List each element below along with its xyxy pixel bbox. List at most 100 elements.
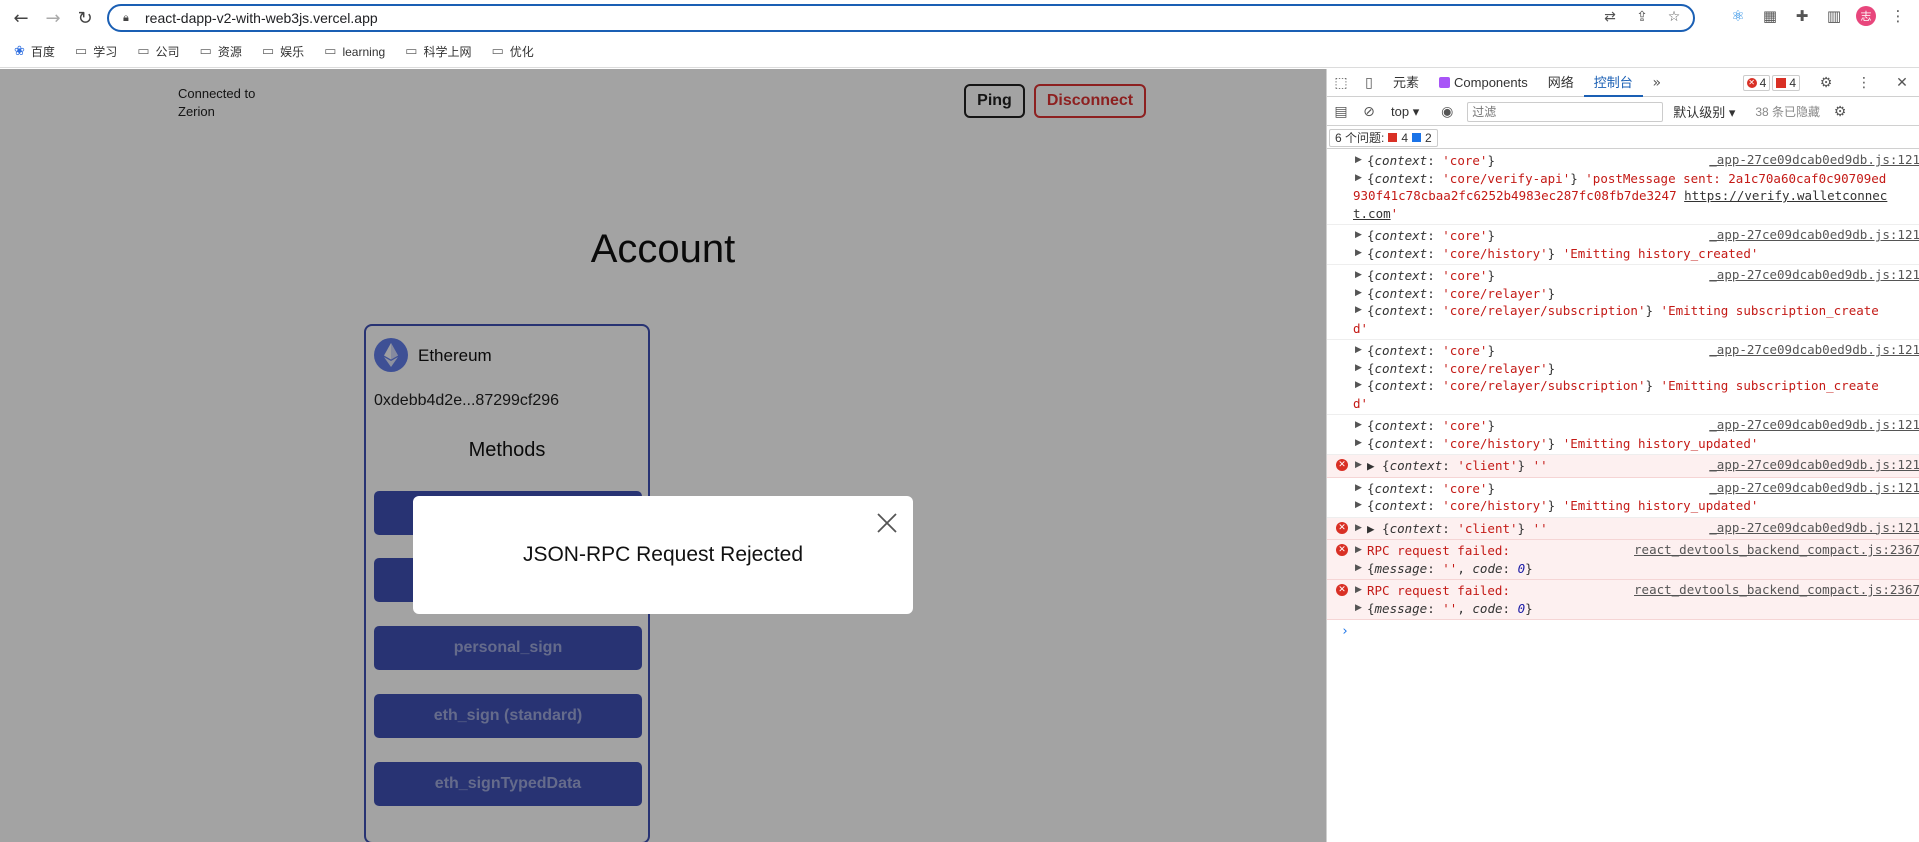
source-link[interactable]: _app-27ce09dcab0ed9db.js:121: [1709, 417, 1919, 432]
expand-triangle-icon: ▶: [1355, 437, 1362, 448]
source-link[interactable]: _app-27ce09dcab0ed9db.js:121: [1709, 342, 1919, 357]
expand-triangle-icon: ▶: [1355, 545, 1362, 555]
expand-triangle-icon: ▶: [1355, 305, 1362, 315]
log-entry-error: ✕ ▶ ▶ {context: 'client'} '' _app-27ce09d…: [1327, 517, 1919, 540]
avatar[interactable]: 志: [1856, 6, 1876, 26]
expand-triangle-icon: ▶: [1355, 482, 1362, 493]
console-filter-input[interactable]: [1467, 101, 1664, 122]
address-bar[interactable]: 🔒︎ react-dapp-v2-with-web3js.vercel.app …: [107, 4, 1695, 32]
source-link[interactable]: react_devtools_backend_compact.js:2367: [1634, 542, 1919, 557]
browser-toolbar: ← → ↻ 🔒︎ react-dapp-v2-with-web3js.verce…: [0, 0, 1919, 36]
bookmarks-bar: ❀ 百度 ▭ 学习 ▭ 公司 ▭ 资源 ▭ 娱乐 ▭ learning ▭ 科学上网 ▭ 优化: [0, 36, 1919, 68]
source-link[interactable]: _app-27ce09dcab0ed9db.js:121: [1709, 480, 1919, 495]
tab-console[interactable]: 控制台: [1583, 69, 1643, 97]
source-link[interactable]: _app-27ce09dcab0ed9db.js:121: [1709, 227, 1919, 242]
expand-triangle-icon: ▶: [1355, 345, 1362, 355]
error-icon: ✕: [1746, 78, 1757, 88]
react-devtools-icon[interactable]: ⚛: [1728, 7, 1748, 25]
source-link[interactable]: react_devtools_backend_compact.js:2367: [1634, 582, 1919, 597]
log-entry-error: ✕ ▶ ▶ {context: 'client'} '' _app-27ce09d…: [1327, 455, 1919, 478]
tab-network[interactable]: 网络: [1538, 69, 1584, 97]
modal-backdrop[interactable]: [0, 69, 1326, 842]
menu-icon[interactable]: ⋮: [1888, 7, 1908, 25]
bookmark-star-icon[interactable]: ☆: [1665, 9, 1683, 25]
sidebar-icon[interactable]: ▥: [1824, 7, 1844, 25]
bookmark-folder[interactable]: ▭ 公司: [137, 43, 179, 60]
source-link[interactable]: _app-27ce09dcab0ed9db.js:121: [1709, 519, 1919, 535]
log-levels-select[interactable]: 默认级别 ▾: [1673, 102, 1735, 121]
expand-triangle-icon: ▶: [1355, 287, 1362, 298]
modal: JSON-RPC Request Rejected: [413, 496, 913, 614]
folder-icon: ▭: [137, 44, 150, 59]
source-link[interactable]: _app-27ce09dcab0ed9db.js:121: [1709, 267, 1919, 282]
source-link[interactable]: _app-27ce09dcab0ed9db.js:121: [1709, 152, 1919, 167]
folder-icon: ▭: [491, 44, 504, 59]
reload-icon[interactable]: ↻: [70, 3, 100, 33]
info-icon: [1412, 133, 1422, 142]
device-toggle-icon[interactable]: ▯: [1355, 75, 1383, 91]
log-entry: ▶ {context: 'core'} _app-27ce09dcab0ed9db…: [1327, 225, 1919, 265]
tab-elements[interactable]: 元素: [1383, 69, 1429, 97]
context-select[interactable]: top ▾: [1391, 104, 1419, 120]
devtools-tabs: ⬚ ▯ 元素 Components 网络 控制台 » ✕ 4 4 ⚙ ⋮ ✕: [1327, 69, 1919, 97]
lock-icon: 🔒︎: [123, 11, 129, 24]
source-link[interactable]: _app-27ce09dcab0ed9db.js:121: [1709, 457, 1919, 472]
more-tabs-icon[interactable]: »: [1643, 75, 1671, 91]
log-entry: ▶ {context: 'core'} _app-27ce09dcab0ed9db…: [1327, 340, 1919, 415]
log-entry: ▶ {context: 'core'} _app-27ce09dcab0ed9db…: [1327, 265, 1919, 340]
translate-icon[interactable]: ⇄: [1601, 9, 1619, 25]
forward-icon[interactable]: →: [38, 3, 68, 33]
tab-components[interactable]: Components: [1429, 69, 1538, 97]
expand-triangle-icon: ▶: [1355, 460, 1362, 470]
expand-triangle-icon: ▶: [1355, 420, 1362, 430]
gear-icon[interactable]: ⚙: [1812, 75, 1840, 91]
log-entry: ▶ {context: 'core'} _app-27ce09dcab0ed9db…: [1327, 415, 1919, 455]
expand-triangle-icon: ▶: [1355, 362, 1362, 373]
expand-triangle-icon: ▶: [1355, 247, 1362, 258]
extension-icon[interactable]: ▦: [1760, 7, 1780, 25]
bookmark-folder[interactable]: ▭ 优化: [491, 43, 533, 60]
console-log: ▶ {context: 'core'} _app-27ce09dcab0ed9db…: [1327, 150, 1919, 639]
url-text: react-dapp-v2-with-web3js.vercel.app: [145, 10, 378, 26]
bookmark-baidu[interactable]: ❀ 百度: [14, 43, 55, 60]
folder-icon: ▭: [261, 44, 275, 59]
bookmark-folder[interactable]: ▭ 娱乐: [262, 43, 304, 60]
bookmark-folder[interactable]: ▭ learning: [324, 44, 385, 59]
bookmark-folder[interactable]: ▭ 科学上网: [405, 43, 471, 60]
expand-triangle-icon: ▶: [1355, 155, 1362, 165]
expand-triangle-icon: ▶: [1355, 562, 1362, 573]
issue-icon: [1388, 133, 1398, 142]
log-entry-error: ✕ ▶ RPC request failed: react_devtools_ba…: [1327, 580, 1919, 620]
hidden-count: 38 条已隐藏: [1755, 105, 1821, 119]
issues-button[interactable]: 6 个问题: 4 2: [1329, 128, 1438, 147]
folder-icon: ▭: [405, 44, 418, 59]
puzzle-icon[interactable]: ✚: [1792, 7, 1812, 25]
issues-bar: 6 个问题: 4 2: [1327, 127, 1919, 149]
folder-icon: ▭: [74, 44, 88, 59]
console-prompt[interactable]: ›: [1327, 620, 1919, 639]
expand-triangle-icon: ▶: [1355, 500, 1362, 510]
bookmark-folder[interactable]: ▭ 资源: [200, 43, 242, 60]
close-icon[interactable]: ✕: [1888, 75, 1916, 91]
back-icon[interactable]: ←: [6, 3, 36, 33]
sidebar-toggle-icon[interactable]: ▤: [1327, 104, 1355, 120]
console-settings-icon[interactable]: ⚙: [1826, 104, 1854, 120]
modal-message: JSON-RPC Request Rejected: [522, 543, 804, 566]
expand-triangle-icon: ▶: [1355, 172, 1362, 183]
bookmark-folder[interactable]: ▭ 学习: [75, 43, 117, 60]
share-icon[interactable]: ⇪: [1633, 9, 1651, 25]
log-entry: ▶ {context: 'core'} _app-27ce09dcab0ed9db…: [1327, 478, 1919, 518]
log-entry: ▶ {context: 'core'} _app-27ce09dcab0ed9db…: [1327, 150, 1919, 225]
clear-console-icon[interactable]: ⊘: [1355, 104, 1383, 120]
paw-icon: ❀: [14, 44, 25, 59]
eye-icon[interactable]: ◉: [1433, 104, 1461, 120]
close-icon[interactable]: [875, 511, 899, 535]
console-toolbar: ▤ ⊘ top ▾ ◉ 默认级别 ▾ 38 条已隐藏 ⚙: [1327, 98, 1919, 126]
inspect-icon[interactable]: ⬚: [1327, 75, 1355, 91]
kebab-menu-icon[interactable]: ⋮: [1850, 75, 1878, 91]
expand-triangle-icon: ▶: [1355, 602, 1362, 613]
error-warn-counts[interactable]: ✕ 4 4: [1742, 75, 1802, 91]
devtools-panel: ⬚ ▯ 元素 Components 网络 控制台 » ✕ 4 4 ⚙ ⋮ ✕ ▤ …: [1326, 69, 1919, 842]
expand-triangle-icon: ▶: [1355, 230, 1362, 240]
log-entry-error: ✕ ▶ RPC request failed: react_devtools_ba…: [1327, 540, 1919, 580]
